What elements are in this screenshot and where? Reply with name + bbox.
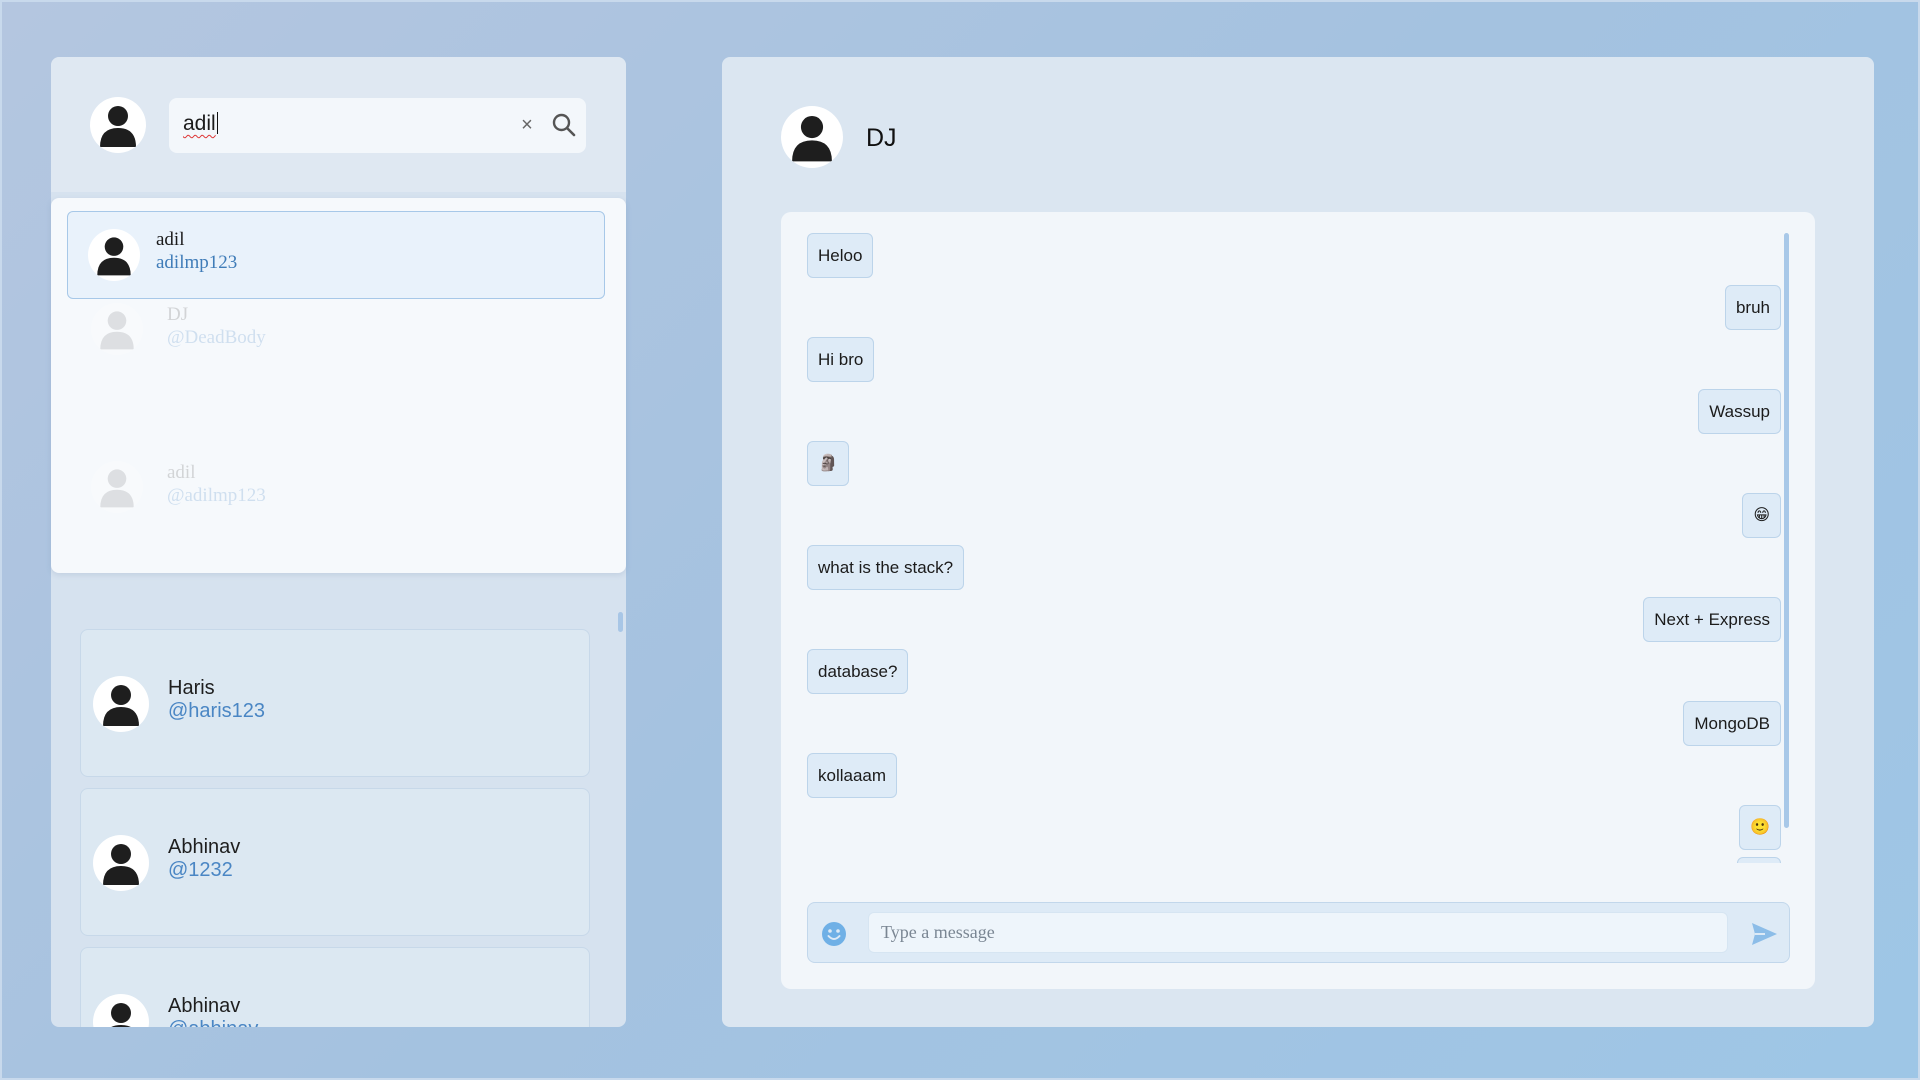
contact-name: Haris — [168, 677, 215, 699]
result-avatar — [91, 461, 143, 513]
search-bar: adil × — [169, 98, 586, 153]
message-bubble-sent: 😁 — [1742, 493, 1781, 538]
app-window: adil × Haris @haris123 Abhinav @1232 Abh… — [0, 0, 1920, 1080]
send-icon[interactable] — [1749, 919, 1779, 949]
contact-item[interactable]: Abhinav @abhinav — [80, 947, 590, 1027]
result-avatar — [91, 303, 143, 355]
contact-item[interactable]: Haris @haris123 — [80, 629, 590, 777]
search-result-item[interactable]: adil adilmp123 — [67, 211, 605, 299]
clear-search-button[interactable]: × — [515, 111, 539, 139]
contact-list-scrollbar[interactable] — [618, 612, 623, 632]
message-bubble-sent: MongoDB — [1683, 701, 1781, 746]
messages-scrollbar[interactable] — [1784, 233, 1789, 828]
messages-area: Heloo bruh Hi bro Wassup 🗿 😁 what is the stack… — [781, 212, 1815, 989]
message-bubble-sent: Wassup — [1698, 389, 1781, 434]
contact-username: @1232 — [168, 859, 233, 881]
search-icon[interactable] — [550, 111, 578, 139]
contact-avatar — [93, 676, 149, 732]
search-input[interactable]: adil — [183, 112, 218, 136]
result-avatar — [88, 229, 140, 281]
message-bubble-received: what is the stack? — [807, 545, 965, 590]
message-bubble-sent: Next + Express — [1643, 597, 1781, 642]
chat-contact-avatar[interactable] — [781, 106, 843, 168]
user-icon — [100, 106, 136, 147]
message-bubble-received: 🗿 — [807, 441, 849, 486]
result-name: adil — [156, 229, 185, 250]
search-results-dropdown: adil adilmp123 DJ @DeadBody adil @adilmp — [51, 198, 626, 573]
message-bubble-received: database? — [807, 649, 909, 694]
user-icon — [100, 469, 134, 508]
message-list: Heloo bruh Hi bro Wassup 🗿 😁 what is the stack… — [807, 233, 1781, 863]
contact-item[interactable]: Abhinav @1232 — [80, 788, 590, 936]
contact-username: @abhinav — [168, 1018, 258, 1027]
message-bubble-sent: bruh — [1724, 285, 1781, 330]
result-username: adilmp123 — [156, 252, 238, 273]
result-name: DJ — [167, 304, 189, 325]
chat-contact-name: DJ — [866, 124, 897, 152]
message-bubble-sent: 🙂 — [1739, 805, 1781, 850]
result-username: @adilmp123 — [167, 485, 266, 506]
user-icon — [100, 311, 134, 350]
sidebar-header: adil × — [51, 57, 626, 192]
user-icon — [103, 685, 139, 726]
contact-username: @haris123 — [168, 700, 266, 722]
my-avatar[interactable] — [90, 97, 146, 153]
message-input[interactable] — [868, 912, 1728, 953]
message-composer — [807, 902, 1790, 963]
user-icon — [103, 844, 139, 885]
emoji-icon[interactable] — [820, 920, 848, 948]
message-bubble-received: kollaaam — [807, 753, 898, 798]
message-bubble-received: Hi bro — [807, 337, 875, 382]
result-username: @DeadBody — [167, 327, 266, 348]
chat-panel: DJ Heloo bruh Hi bro Wassup 🗿 😁 what is the st… — [722, 57, 1874, 1027]
contact-avatar — [93, 835, 149, 891]
message-bubble-received: Heloo — [807, 233, 874, 278]
message-bubble-sent — [1737, 857, 1781, 863]
fading-result-item: DJ @DeadBody — [51, 298, 626, 378]
user-icon — [111, 1003, 131, 1027]
contact-name: Abhinav — [168, 836, 241, 858]
result-name: adil — [167, 462, 196, 483]
fading-result-item: adil @adilmp123 — [51, 456, 626, 536]
contact-name: Abhinav — [168, 995, 241, 1017]
user-icon — [97, 237, 131, 276]
user-icon — [792, 115, 832, 162]
contact-avatar — [93, 994, 149, 1027]
